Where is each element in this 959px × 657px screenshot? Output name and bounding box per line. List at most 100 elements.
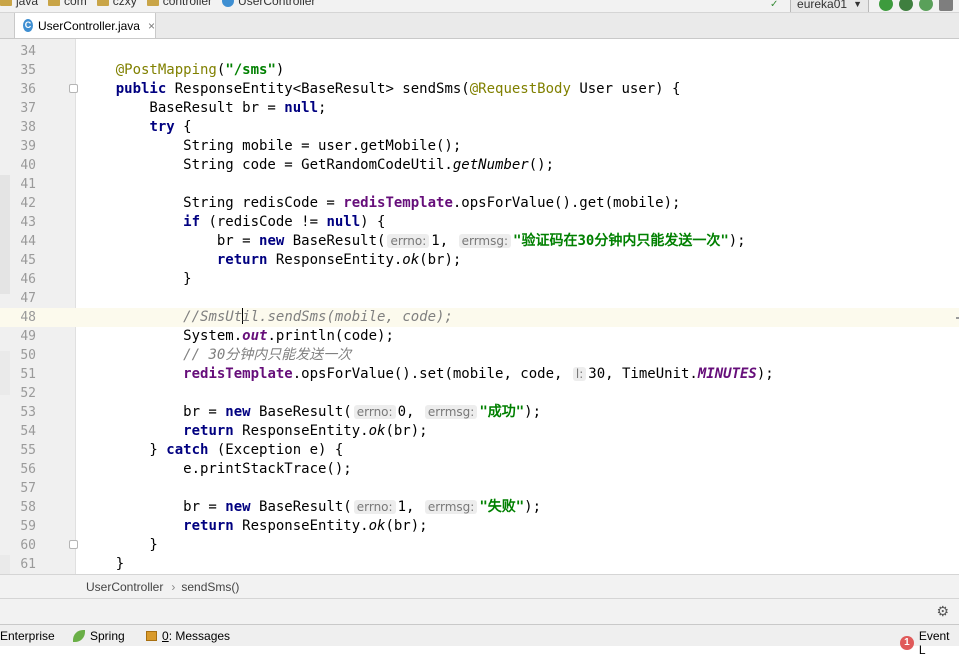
code-line[interactable]: 60 }: [0, 536, 959, 555]
code-text: }: [82, 537, 158, 553]
line-number: 57: [20, 481, 36, 496]
line-number: 35: [20, 63, 36, 78]
event-count-badge: 1: [900, 636, 914, 650]
navigation-bar: java com czxy controller UserController …: [0, 0, 959, 13]
breadcrumb-class[interactable]: UserController: [86, 580, 163, 594]
toolbar-right: ✓ eureka01 ▼: [770, 0, 959, 12]
chevron-down-icon: ▼: [853, 0, 862, 9]
tab-usercontroller-java[interactable]: C UserController.java ×: [14, 13, 156, 38]
code-text: br = new BaseResult(errno: 0, errmsg: "成功"…: [82, 404, 542, 420]
tool-window-enterprise[interactable]: Enterprise: [0, 629, 55, 643]
code-line[interactable]: 55 } catch (Exception e) {: [0, 441, 959, 460]
line-number: 43: [20, 215, 36, 230]
line-number: 58: [20, 500, 36, 515]
code-line[interactable]: 51 redisTemplate.opsForValue().set(mobil…: [0, 365, 959, 384]
line-number: 45: [20, 253, 36, 268]
code-line[interactable]: 40 String code = GetRandomCodeUtil.getNu…: [0, 156, 959, 175]
line-number: 34: [20, 44, 36, 59]
stop-icon[interactable]: [939, 0, 953, 11]
code-line[interactable]: 45 return ResponseEntity.ok(br);: [0, 251, 959, 270]
tab-label: UserController.java: [37, 18, 140, 33]
fold-toggle-icon[interactable]: [69, 540, 78, 549]
gear-icon[interactable]: ⚙: [936, 603, 949, 620]
nav-crumb-com[interactable]: com: [48, 0, 87, 8]
code-text: String mobile = user.getMobile();: [82, 138, 462, 154]
code-text: @PostMapping("/sms"): [115, 62, 285, 78]
line-number: 61: [20, 557, 36, 572]
tool-window-messages[interactable]: 0: Messages: [146, 629, 230, 643]
tool-window-spring[interactable]: Spring: [73, 629, 125, 643]
code-line[interactable]: 50 // 30分钟内只能发送一次: [0, 346, 959, 365]
tool-window-bar: Enterprise Spring 0: Messages 1 Event L: [0, 624, 959, 657]
run-icon[interactable]: [879, 0, 893, 11]
code-line[interactable]: 61 }: [0, 555, 959, 574]
folder-icon: [48, 0, 61, 6]
run-config-select[interactable]: eureka01 ▼: [790, 0, 869, 12]
code-line[interactable]: 36 public ResponseEntity<BaseResult> sen…: [0, 80, 959, 99]
tool-panel-strip: ⚙: [0, 598, 959, 625]
code-line[interactable]: 46 }: [0, 270, 959, 289]
line-number: 55: [20, 443, 36, 458]
code-line[interactable]: 35 @PostMapping("/sms"): [0, 61, 959, 80]
code-line[interactable]: 44 br = new BaseResult(errno: 1, errmsg: "…: [0, 232, 959, 251]
code-line[interactable]: 39 String mobile = user.getMobile();: [0, 137, 959, 156]
nav-crumb-controller[interactable]: controller: [146, 0, 212, 8]
code-line[interactable]: 52: [0, 384, 959, 403]
line-number: 49: [20, 329, 36, 344]
line-number: 48: [10, 308, 36, 327]
code-line[interactable]: 59 return ResponseEntity.ok(br);: [0, 517, 959, 536]
code-text: return ResponseEntity.ok(br);: [183, 518, 428, 534]
line-number: 56: [20, 462, 36, 477]
coverage-icon[interactable]: [919, 0, 933, 11]
code-text: String redisCode = redisTemplate.opsForV…: [82, 195, 681, 211]
code-line[interactable]: 57: [0, 479, 959, 498]
nav-breadcrumbs: java com czxy controller UserController: [0, 0, 325, 8]
breadcrumb-separator: ›: [171, 580, 176, 594]
nav-crumb-czxy[interactable]: czxy: [96, 0, 137, 8]
line-number: 47: [20, 291, 36, 306]
line-number: 53: [20, 405, 36, 420]
debug-icon[interactable]: [899, 0, 913, 11]
line-number: 60: [20, 538, 36, 553]
line-number: 46: [20, 272, 36, 287]
code-line[interactable]: 56 e.printStackTrace();: [0, 460, 959, 479]
code-text: br = new BaseResult(errno: 1, errmsg: "失败"…: [82, 499, 542, 515]
code-text: //SmsUtil.sendSms(mobile, code);: [183, 308, 453, 325]
tool-window-event-log[interactable]: 1 Event L: [900, 629, 959, 657]
code-text: try {: [149, 119, 192, 135]
code-line[interactable]: 54 return ResponseEntity.ok(br);: [0, 422, 959, 441]
code-line[interactable]: 34: [0, 42, 959, 61]
folder-icon: [0, 0, 12, 6]
code-line[interactable]: 53 br = new BaseResult(errno: 0, errmsg: "…: [0, 403, 959, 422]
vcs-update-icon[interactable]: ✓: [770, 0, 782, 10]
line-number: 50: [20, 348, 36, 363]
code-text: BaseResult br = null;: [82, 100, 327, 116]
code-line[interactable]: 38 try {: [0, 118, 959, 137]
line-number: 38: [20, 120, 36, 135]
code-line[interactable]: 37 BaseResult br = null;: [0, 99, 959, 118]
close-icon[interactable]: ×: [148, 19, 155, 33]
line-number: 54: [20, 424, 36, 439]
code-line[interactable]: 58 br = new BaseResult(errno: 1, errmsg: "…: [0, 498, 959, 517]
code-line[interactable]: 47: [0, 289, 959, 308]
code-text: } catch (Exception e) {: [82, 442, 344, 458]
line-number: 51: [20, 367, 36, 382]
code-line[interactable]: 43 if (redisCode != null) {: [0, 213, 959, 232]
line-number: 37: [20, 101, 36, 116]
code-line[interactable]: 41: [0, 175, 959, 194]
fold-toggle-icon[interactable]: [69, 84, 78, 93]
code-text: redisTemplate.opsForValue().set(mobile, …: [183, 366, 774, 382]
spring-leaf-icon: [73, 630, 85, 642]
code-text: return ResponseEntity.ok(br);: [183, 423, 428, 439]
breadcrumb-method[interactable]: sendSms(): [181, 580, 239, 594]
nav-crumb-class[interactable]: UserController: [222, 0, 315, 8]
nav-crumb-java[interactable]: java: [0, 0, 38, 8]
code-line[interactable]: 48 //SmsUtil.sendSms(mobile, code);: [0, 308, 959, 327]
folder-icon: [96, 0, 109, 6]
code-line[interactable]: 42 String redisCode = redisTemplate.opsF…: [0, 194, 959, 213]
code-line[interactable]: 49 System.out.println(code);: [0, 327, 959, 346]
code-editor[interactable]: 34 35 @PostMapping("/sms") 36 public Respo…: [0, 39, 959, 574]
class-icon: [222, 0, 235, 7]
code-text: String code = GetRandomCodeUtil.getNumbe…: [82, 157, 555, 173]
code-lines: 34 35 @PostMapping("/sms") 36 public Respo…: [0, 42, 959, 574]
